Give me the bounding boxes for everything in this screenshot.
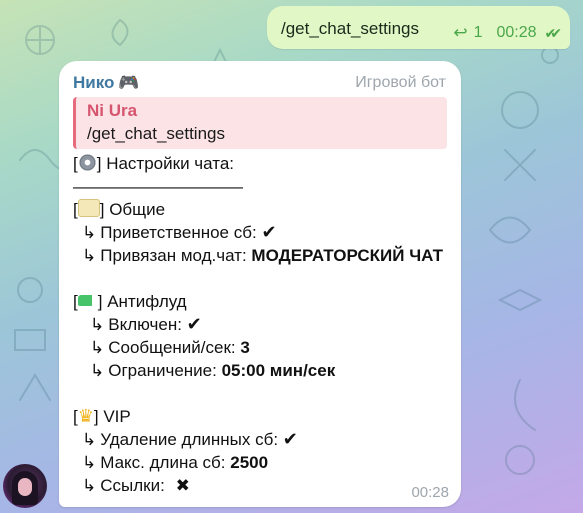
setting-label: Ссылки: (100, 476, 165, 495)
setting-value: 05:00 мин/сек (221, 361, 336, 380)
outgoing-message-time: 00:28 (496, 24, 537, 41)
arrow-icon: ↳ (82, 223, 97, 242)
outgoing-message-text: /get_chat_settings (281, 19, 419, 38)
setting-value: 3 (240, 338, 250, 357)
setting-vip-max-len: ↳ Макс. длина сб: 2500 (73, 451, 453, 474)
section-title-text: Антифлуд (107, 292, 187, 311)
section-title-text: VIP (103, 407, 131, 426)
bot-badge: Игровой бот (355, 74, 446, 91)
setting-label: Включен: (108, 315, 182, 334)
reply-arrow-icon[interactable]: ↩ (453, 23, 467, 43)
arrow-icon: ↳ (90, 361, 105, 380)
section-title-text: Общие (109, 200, 166, 219)
setting-label: Удаление длинных сб: (100, 430, 279, 449)
cross-icon: ✖ (175, 476, 190, 495)
quote-text: /get_chat_settings (87, 124, 225, 143)
arrow-icon: ↳ (82, 246, 97, 265)
avatar-face (18, 478, 32, 496)
check-icon: ✔ (261, 222, 277, 242)
sender-avatar[interactable] (3, 464, 47, 508)
setting-label: Макс. длина сб: (100, 453, 226, 472)
incoming-message[interactable]: Нико 🎮 Игровой бот Ni Ura /get_chat_setti… (59, 61, 461, 507)
bracket: ] (99, 200, 105, 219)
setting-antiflood-rate: ↳ Сообщений/сек: 3 (73, 336, 453, 359)
reply-count[interactable]: 1 (474, 24, 483, 42)
arrow-icon: ↳ (82, 430, 97, 449)
check-icon: ✔ (186, 314, 202, 334)
setting-vip-long-msg: ↳ Удаление длинных сб: ✔ (73, 428, 453, 451)
sender-name-text: Нико (73, 73, 115, 92)
divider: —————————— (73, 177, 243, 196)
sender-name[interactable]: Нико 🎮 (73, 73, 140, 93)
quote-author: Ni Ura (87, 101, 138, 120)
settings-body: [] Настройки чата: —————————— [] Общие ↳… (73, 152, 453, 497)
settings-header: [] Настройки чата: (73, 152, 453, 175)
arrow-icon: ↳ (82, 476, 97, 495)
setting-label: Привязан мод.чат: (100, 246, 247, 265)
arrow-icon: ↳ (82, 453, 97, 472)
section-general-title: [] Общие (73, 198, 453, 221)
arrow-icon: ↳ (90, 338, 105, 357)
water-pistol-icon (77, 295, 98, 306)
outgoing-message[interactable]: /get_chat_settings ↩ 1 00:28 ✔✔ (267, 6, 570, 49)
check-icon: ✔ (282, 429, 298, 449)
setting-value: 2500 (230, 453, 269, 472)
double-check-icon: ✔✔ (544, 24, 563, 41)
outgoing-message-meta: ↩ 1 00:28 ✔✔ (453, 23, 562, 43)
setting-antiflood-enabled: ↳ Включен: ✔ (73, 313, 453, 336)
setting-value: МОДЕРАТОРСКИЙ ЧАТ (251, 246, 443, 265)
setting-label: Приветственное сб: (100, 223, 257, 242)
bracket: ] (96, 154, 102, 173)
settings-header-text: Настройки чата: (106, 154, 234, 173)
id-card-icon (77, 199, 100, 217)
setting-antiflood-limit: ↳ Ограничение: 05:00 мин/сек (73, 359, 453, 382)
bracket: ] (93, 407, 99, 426)
setting-label: Ограничение: (108, 361, 217, 380)
bracket: [ (73, 154, 78, 173)
gamepad-icon: 🎮 (118, 73, 140, 92)
incoming-message-time: 00:28 (411, 484, 449, 501)
gear-icon (77, 153, 97, 172)
section-antiflood-title: [] Антифлуд (73, 290, 453, 313)
setting-welcome: ↳ Приветственное сб: ✔ (73, 221, 453, 244)
reply-quote[interactable]: Ni Ura /get_chat_settings (73, 97, 447, 149)
section-vip-title: [♛] VIP (73, 405, 453, 428)
crown-icon: ♛ (77, 406, 94, 426)
arrow-icon: ↳ (90, 315, 105, 334)
setting-label: Сообщений/сек: (108, 338, 236, 357)
setting-mod-chat: ↳ Привязан мод.чат: МОДЕРАТОРСКИЙ ЧАТ (73, 244, 453, 267)
bracket: ] (97, 292, 103, 311)
setting-vip-links: ↳ Ссылки: ✖ (73, 474, 453, 497)
